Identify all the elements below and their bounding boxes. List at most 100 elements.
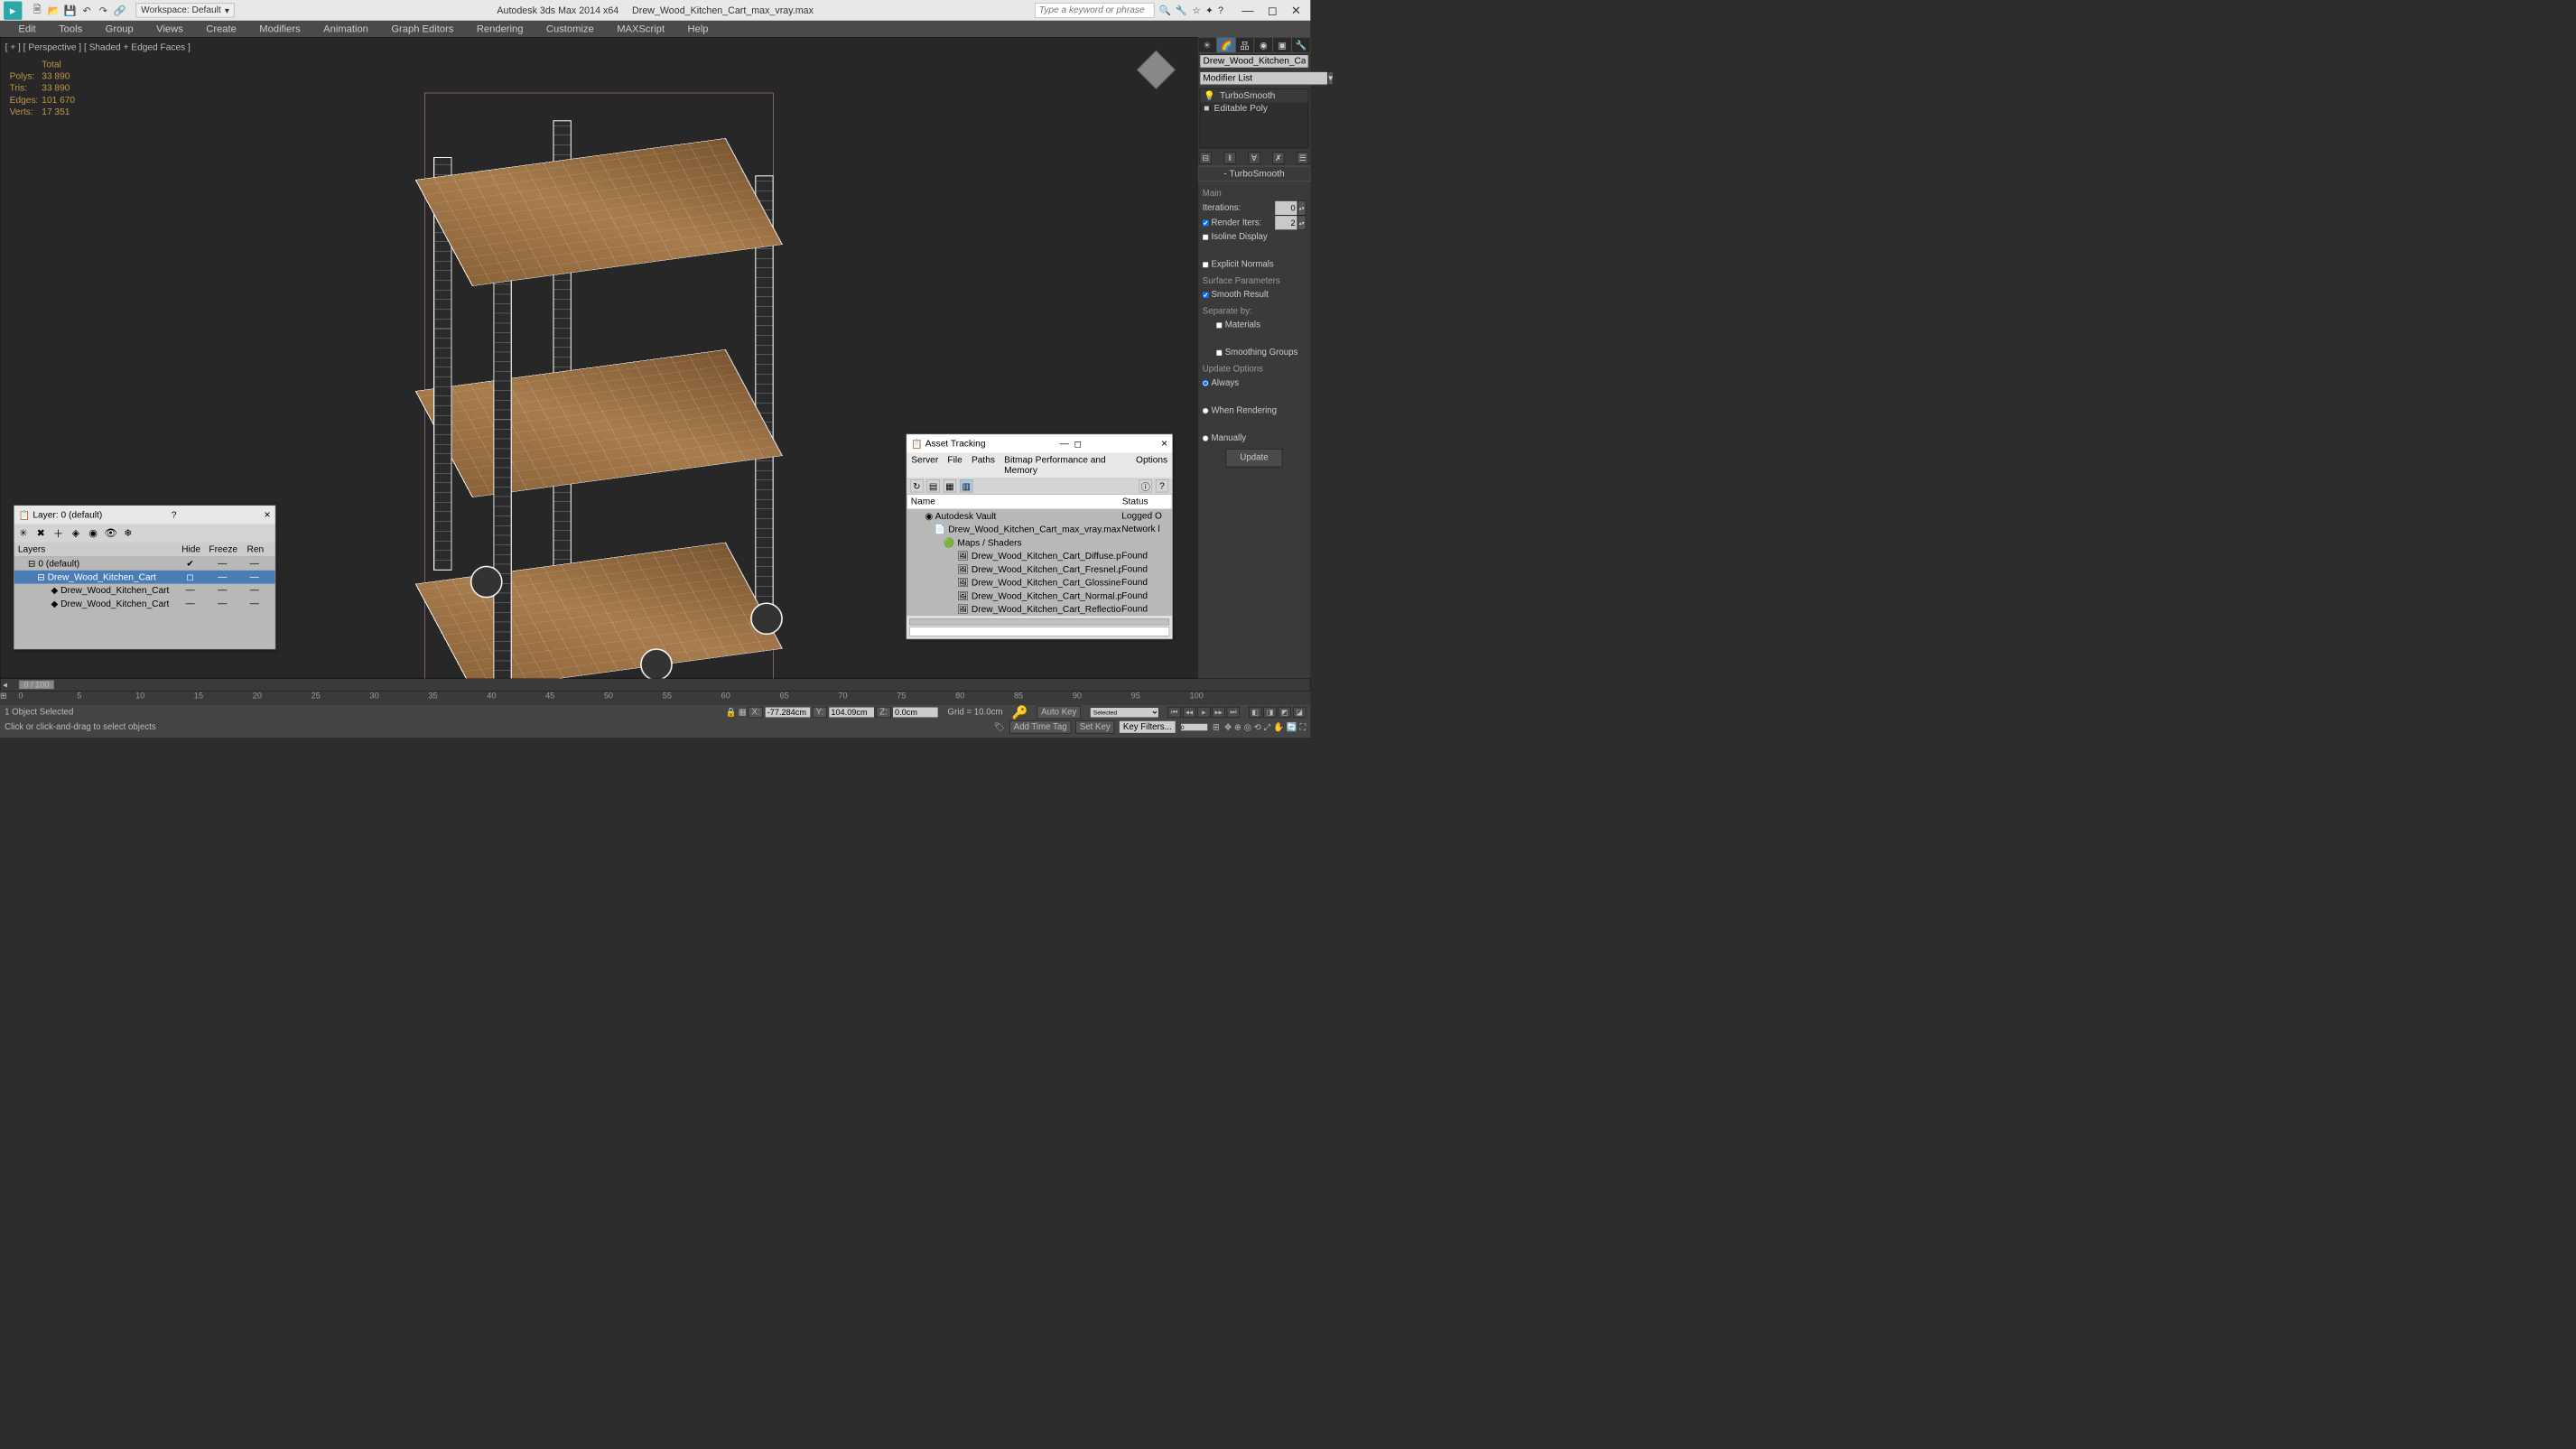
viewnav-icon-4[interactable]: ⟲ [1254, 722, 1261, 732]
object-name-field[interactable] [1200, 55, 1309, 69]
nav-icon-3[interactable]: ◩ [1279, 707, 1291, 718]
tab-display[interactable]: ▣ [1273, 37, 1292, 52]
autokey-button[interactable]: Auto Key [1037, 706, 1081, 719]
viewnav-icon-1[interactable]: ✥ [1224, 722, 1232, 732]
view-icon-2[interactable]: ▦ [944, 479, 956, 492]
view-icon-1[interactable]: ▤ [927, 479, 940, 492]
smooth-result-checkbox[interactable] [1203, 292, 1209, 298]
remove-modifier-button[interactable]: ✗ [1272, 152, 1284, 163]
viewnav-icon-6[interactable]: ✋ [1273, 722, 1284, 732]
always-radio[interactable] [1203, 380, 1209, 386]
help-icon[interactable]: ? [1218, 5, 1223, 15]
menu-tools[interactable]: Tools [59, 23, 82, 34]
menu-graph-editors[interactable]: Graph Editors [391, 23, 453, 34]
tab-modify[interactable]: 🌈 [1216, 37, 1235, 52]
goto-end-button[interactable]: ⏭ [1227, 707, 1240, 718]
menu-animation[interactable]: Animation [323, 23, 368, 34]
add-to-layer-icon[interactable]: ＋ [51, 526, 64, 539]
viewnav-icon-3[interactable]: ◎ [1244, 722, 1251, 732]
tab-hierarchy[interactable]: 品 [1235, 37, 1254, 52]
highlight-layer-icon[interactable]: ◉ [87, 526, 99, 539]
play-button[interactable]: ▸ [1197, 707, 1210, 718]
tools-icon[interactable]: 🔧 [1176, 5, 1187, 15]
workspace-selector[interactable]: Workspace: Default ▾ [136, 4, 235, 18]
close-button[interactable]: × [1161, 437, 1167, 450]
menu-maxscript[interactable]: MAXScript [617, 23, 665, 34]
nav-icon-1[interactable]: ◧ [1249, 707, 1261, 718]
time-slider-handle[interactable]: 0 / 100 [19, 680, 54, 689]
add-time-tag-button[interactable]: Add Time Tag [1009, 720, 1071, 733]
tab-utilities[interactable]: 🔧 [1292, 37, 1311, 52]
layer-dialog[interactable]: 📋 Layer: 0 (default) ? × ✳ ✖ ＋ ◈ ◉ 👁 ❄ L… [14, 506, 275, 650]
asset-menu-paths[interactable]: Paths [972, 455, 995, 476]
open-icon[interactable]: 📂 [47, 4, 60, 17]
scroll-left-icon[interactable]: ◂ [1, 680, 10, 691]
app-icon[interactable]: ▸ [4, 1, 22, 19]
show-end-result-button[interactable]: ‖ [1224, 152, 1236, 163]
tab-create[interactable]: ✳ [1198, 37, 1217, 52]
modifier-stack[interactable]: 💡TurboSmooth ■Editable Poly [1200, 88, 1309, 148]
help-button[interactable]: ? [172, 509, 177, 520]
minimize-button[interactable]: — [1060, 439, 1069, 450]
iterations-spinner[interactable] [1275, 200, 1297, 215]
keyfilters-button[interactable]: Key Filters... [1119, 720, 1176, 733]
maximize-button[interactable]: ◻ [1268, 4, 1278, 18]
time-slider[interactable]: ◂ 0 / 100 [0, 678, 1310, 691]
hide-layer-icon[interactable]: 👁 [104, 526, 116, 539]
key-icon[interactable]: 🔑 [1012, 705, 1028, 720]
asset-menu-server[interactable]: Server [911, 455, 938, 476]
asset-list[interactable]: ◉ Autodesk VaultLogged O 📄 Drew_Wood_Kit… [907, 509, 1172, 616]
search-input[interactable] [1035, 3, 1154, 18]
save-icon[interactable]: 💾 [63, 4, 77, 17]
key-filter-select[interactable]: Selected [1090, 707, 1158, 718]
help-icon[interactable]: ? [1156, 479, 1168, 492]
z-coord-input[interactable] [892, 707, 938, 718]
menu-rendering[interactable]: Rendering [477, 23, 524, 34]
goto-start-button[interactable]: ⏮ [1168, 707, 1181, 718]
link-icon[interactable]: 🔗 [113, 4, 126, 17]
viewport-label[interactable]: [ + ] [ Perspective ] [ Shaded + Edged F… [5, 42, 191, 53]
x-coord-input[interactable] [765, 707, 811, 718]
menu-help[interactable]: Help [688, 23, 709, 34]
menu-create[interactable]: Create [206, 23, 237, 34]
info-icon[interactable]: ⓘ [1139, 479, 1152, 492]
horizontal-scrollbar[interactable] [909, 618, 1169, 625]
refresh-icon[interactable]: ↻ [910, 479, 923, 492]
viewnav-icon-2[interactable]: ⊕ [1234, 722, 1242, 732]
materials-checkbox[interactable] [1216, 322, 1223, 329]
viewnav-icon-5[interactable]: ⤢ [1264, 722, 1271, 732]
select-layer-icon[interactable]: ◈ [70, 526, 82, 539]
asset-dialog-title[interactable]: 📋 Asset Tracking — ◻ × [907, 434, 1172, 452]
new-icon[interactable]: 🗎 [31, 4, 44, 17]
prev-frame-button[interactable]: ◂◂ [1183, 707, 1195, 718]
menu-views[interactable]: Views [156, 23, 183, 34]
timeline-config-icon[interactable]: ⊞ [0, 692, 14, 701]
time-config-button[interactable]: ⊞ [1213, 721, 1220, 732]
asset-menu-options[interactable]: Options [1136, 455, 1167, 476]
explicit-normals-checkbox[interactable] [1203, 262, 1209, 268]
minimize-button[interactable]: — [1242, 4, 1253, 18]
redo-icon[interactable]: ↷ [97, 4, 110, 17]
configure-button[interactable]: ☰ [1297, 152, 1308, 163]
smoothing-groups-checkbox[interactable] [1216, 349, 1223, 356]
star-icon[interactable]: ☆ [1192, 5, 1201, 16]
nav-icon-2[interactable]: ◨ [1263, 707, 1276, 718]
menu-modifiers[interactable]: Modifiers [259, 23, 300, 34]
lightbulb-icon[interactable]: 💡 [1204, 90, 1215, 102]
spinner-arrows[interactable]: ▴▾ [1297, 200, 1306, 215]
menu-edit[interactable]: Edit [18, 23, 35, 34]
asset-menu-bitmap[interactable]: Bitmap Performance and Memory [1004, 455, 1127, 476]
make-unique-button[interactable]: ∀ [1248, 152, 1260, 163]
view-icon-3[interactable]: ▥ [960, 479, 972, 492]
tab-motion[interactable]: ◉ [1254, 37, 1273, 52]
time-tag-icon[interactable]: 🏷 [994, 721, 1005, 732]
pin-stack-button[interactable]: ⊟ [1200, 152, 1212, 163]
y-coord-input[interactable] [829, 707, 875, 718]
menu-group[interactable]: Group [106, 23, 134, 34]
when-rendering-radio[interactable] [1203, 407, 1209, 413]
scene-object[interactable] [397, 93, 802, 681]
isoline-checkbox[interactable] [1203, 234, 1209, 240]
render-iters-checkbox[interactable] [1203, 219, 1209, 226]
maximize-button[interactable]: ◻ [1074, 438, 1082, 450]
asset-tracking-dialog[interactable]: 📋 Asset Tracking — ◻ × Server File Paths… [907, 434, 1173, 639]
